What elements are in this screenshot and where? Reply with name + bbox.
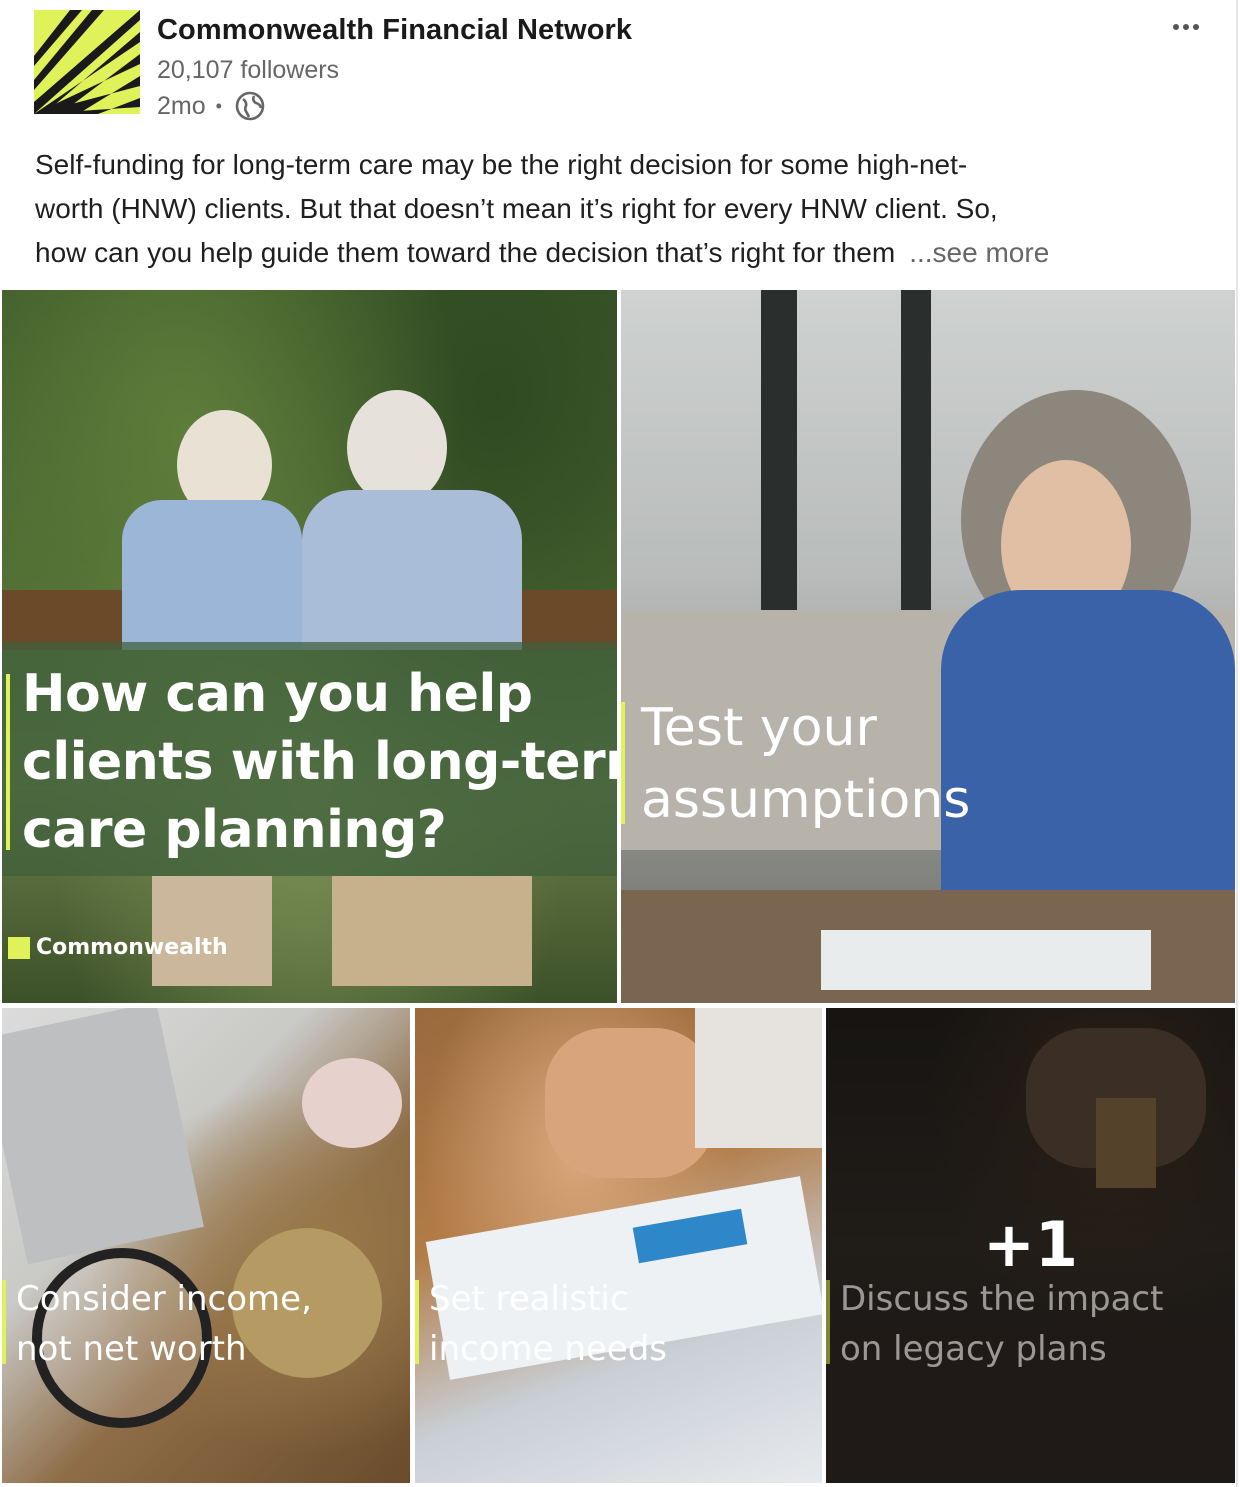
more-options-icon [1173,24,1179,30]
notebook [821,930,1151,990]
accent-bar [621,702,625,824]
caption-line: how can you help guide them toward the d… [35,231,1205,275]
company-logo[interactable] [34,10,140,114]
post-age: 2mo [157,91,206,120]
post-image-5-more[interactable]: +1 Discuss the impact on legacy plans [826,1008,1235,1483]
company-name-link[interactable]: Commonwealth Financial Network [157,14,632,47]
headline-line: not net worth [16,1329,247,1369]
window-frame [761,290,797,620]
headline-line: income needs [429,1329,668,1369]
post-caption: Self-funding for long-term care may be t… [35,143,1205,275]
woman-shirt [941,590,1235,890]
headline-line: Set realistic [429,1279,629,1319]
man-shirt [302,490,522,650]
brand-mark-icon [8,936,30,959]
post-image-4[interactable]: Set realistic income needs [415,1008,822,1483]
headline-text: Discuss the impact on legacy plans [840,1274,1163,1374]
window-frame [901,290,931,620]
headline-text: Consider income, not net worth [16,1274,312,1374]
post-image-3[interactable]: Consider income, not net worth [2,1008,410,1483]
follower-count: 20,107 followers [157,56,340,84]
headline-text: How can you help clients with long-term … [22,660,617,864]
shirt-sleeve [695,1008,822,1148]
post-image-1[interactable]: How can you help clients with long-term … [2,290,617,1003]
feed-post: Commonwealth Financial Network 20,107 fo… [0,0,1240,1487]
caption-line-text: how can you help guide them toward the d… [35,237,896,268]
woman-trousers [152,876,272,986]
headline-text: Test your assumptions [641,692,970,836]
calculator [2,1008,204,1265]
headline-line: care planning? [22,800,447,860]
man-head [347,390,447,505]
man-trousers [332,876,532,986]
more-images-count: +1 [982,1208,1079,1281]
piggy-bank [302,1058,402,1148]
woman-shirt [122,500,302,650]
headline-line: Discuss the impact [840,1279,1164,1319]
more-options-button[interactable] [1166,14,1206,40]
globe-icon [235,91,265,121]
accent-bar [6,674,10,850]
post-meta: 2mo • [157,90,266,122]
headline-text: Set realistic income needs [429,1274,667,1374]
caption-line: Self-funding for long-term care may be t… [35,149,968,180]
brand-watermark: Commonwealth [8,935,228,960]
meta-separator: • [215,95,222,116]
hand [545,1028,715,1178]
headline-line: on legacy plans [840,1329,1107,1369]
commonwealth-logo-icon [34,10,140,114]
headline-line: clients with long-term [22,732,617,792]
see-more-link[interactable]: ...see more [909,237,1049,268]
accent-bar [415,1280,419,1364]
headline-line: Consider income, [16,1279,312,1319]
accent-bar [2,1280,6,1364]
headline-line: Test your [641,698,877,758]
post-image-2[interactable]: Test your assumptions [621,290,1235,1003]
accent-bar [826,1280,830,1364]
headline-line: assumptions [641,770,971,830]
brand-name: Commonwealth [36,935,228,960]
caption-line: worth (HNW) clients. But that doesn’t me… [35,193,998,224]
headline-line: How can you help [22,664,533,724]
